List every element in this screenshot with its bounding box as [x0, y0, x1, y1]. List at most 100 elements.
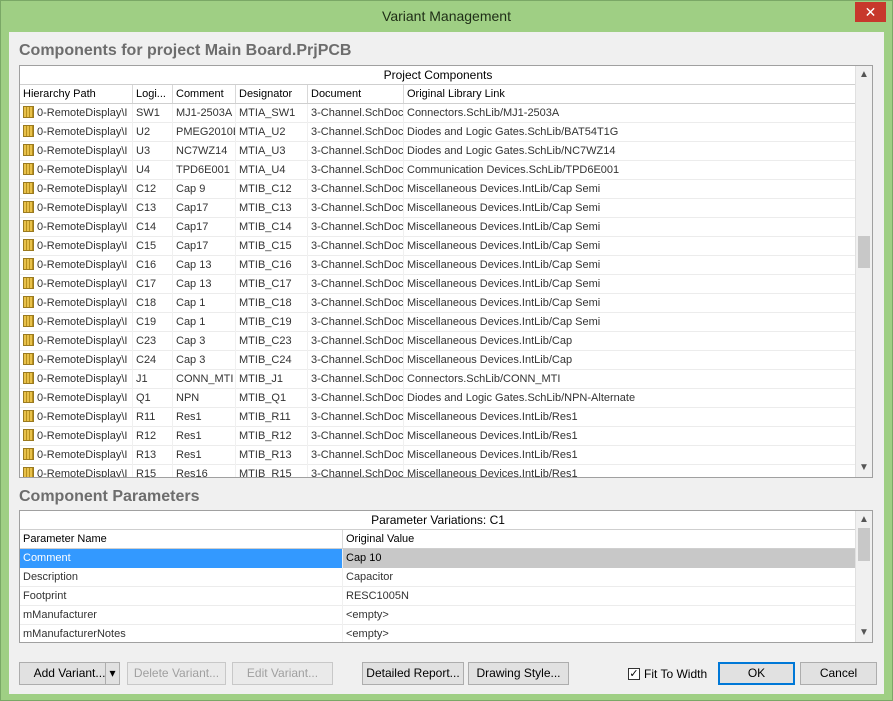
component-icon [23, 372, 34, 384]
parameter-row[interactable]: Comment Cap 10 [20, 549, 856, 568]
detailed-report-button[interactable]: Detailed Report... [362, 662, 464, 685]
cell-original-library-link: Miscellaneous Devices.IntLib/Cap Semi [404, 237, 856, 256]
parameters-scrollbar[interactable]: ▲ ▼ [855, 511, 872, 642]
table-row[interactable]: 0-RemoteDisplay\I C23 Cap 3 MTIB_C23 3-Chann… [20, 332, 856, 351]
table-row[interactable]: 0-RemoteDisplay\I C14 Cap17 MTIB_C14 3-Chann… [20, 218, 856, 237]
scroll-down-arrow-icon[interactable]: ▼ [856, 460, 872, 476]
scroll-thumb[interactable] [858, 236, 870, 268]
table-row[interactable]: 0-RemoteDisplay\I R12 Res1 MTIB_R12 3-Channe… [20, 427, 856, 446]
delete-variant-button[interactable]: Delete Variant... [127, 662, 226, 685]
edit-variant-button[interactable]: Edit Variant... [232, 662, 333, 685]
add-variant-dropdown[interactable]: ▾ [105, 662, 120, 685]
column-header-hierarchy-path[interactable]: Hierarchy Path [20, 85, 133, 103]
cancel-button[interactable]: Cancel [800, 662, 877, 685]
title-bar[interactable]: Variant Management ✕ [1, 1, 892, 31]
table-row[interactable]: 0-RemoteDisplay\I R13 Res1 MTIB_R13 3-Channe… [20, 446, 856, 465]
cell-hierarchy-path: 0-RemoteDisplay\I [20, 123, 133, 142]
components-scrollbar[interactable]: ▲ ▼ [855, 66, 872, 477]
column-header-original-value[interactable]: Original Value [343, 530, 856, 548]
table-row[interactable]: 0-RemoteDisplay\I C24 Cap 3 MTIB_C24 3-Chann… [20, 351, 856, 370]
cell-hierarchy-path: 0-RemoteDisplay\I [20, 332, 133, 351]
component-icon [23, 334, 34, 346]
cell-document: 3-Channel.SchDoc [308, 351, 404, 370]
cell-comment: Cap 13 [173, 275, 236, 294]
project-components-caption: Project Components [20, 66, 856, 85]
add-variant-label: Add Variant... [33, 666, 106, 680]
cell-original-library-link: Miscellaneous Devices.IntLib/Cap [404, 332, 856, 351]
project-components-grid[interactable]: Project Components Hierarchy Path Logi...… [19, 65, 873, 478]
table-row[interactable]: 0-RemoteDisplay\I U2 PMEG2010E MTIA_U2 3-Cha… [20, 123, 856, 142]
table-row[interactable]: 0-RemoteDisplay\I C13 Cap17 MTIB_C13 3-Chann… [20, 199, 856, 218]
table-row[interactable]: 0-RemoteDisplay\I C17 Cap 13 MTIB_C17 3-Chan… [20, 275, 856, 294]
cell-logical-designator: C16 [133, 256, 173, 275]
window-title: Variant Management [382, 8, 511, 24]
hierarchy-path-text: 0-RemoteDisplay\I [37, 240, 128, 252]
hierarchy-path-text: 0-RemoteDisplay\I [37, 221, 128, 233]
fit-to-width-checkbox[interactable]: ✓ [628, 668, 640, 680]
components-header-row: Hierarchy Path Logi... Comment Designator Do… [20, 85, 856, 104]
table-row[interactable]: 0-RemoteDisplay\I C12 Cap 9 MTIB_C12 3-Chann… [20, 180, 856, 199]
table-row[interactable]: 0-RemoteDisplay\I U3 NC7WZ14 MTIA_U3 3-Chann… [20, 142, 856, 161]
table-row[interactable]: 0-RemoteDisplay\I C16 Cap 13 MTIB_C16 3-Chan… [20, 256, 856, 275]
table-row[interactable]: 0-RemoteDisplay\I Q1 NPN MTIB_Q1 3-Channel.S… [20, 389, 856, 408]
table-row[interactable]: 0-RemoteDisplay\I R15 Res16 MTIB_R15 3-Chann… [20, 465, 856, 477]
cell-designator: MTIB_C14 [236, 218, 308, 237]
table-row[interactable]: 0-RemoteDisplay\I U4 TPD6E001 MTIA_U4 3-Chan… [20, 161, 856, 180]
cell-designator: MTIA_U2 [236, 123, 308, 142]
cell-logical-designator: U4 [133, 161, 173, 180]
table-row[interactable]: 0-RemoteDisplay\I C15 Cap17 MTIB_C15 3-Chann… [20, 237, 856, 256]
variant-management-window: Variant Management ✕ Components for proj… [0, 0, 893, 701]
cell-document: 3-Channel.SchDoc [308, 256, 404, 275]
cell-logical-designator: R11 [133, 408, 173, 427]
param-scroll-down-arrow-icon[interactable]: ▼ [856, 625, 872, 641]
fit-to-width-label[interactable]: Fit To Width [644, 667, 707, 681]
column-header-original-library-link[interactable]: Original Library Link [404, 85, 856, 103]
cell-designator: MTIB_C15 [236, 237, 308, 256]
column-header-comment[interactable]: Comment [173, 85, 236, 103]
table-row[interactable]: 0-RemoteDisplay\I C18 Cap 1 MTIB_C18 3-Chann… [20, 294, 856, 313]
column-header-document[interactable]: Document [308, 85, 404, 103]
scroll-up-arrow-icon[interactable]: ▲ [856, 67, 872, 83]
table-row[interactable]: 0-RemoteDisplay\I C19 Cap 1 MTIB_C19 3-Chann… [20, 313, 856, 332]
cell-hierarchy-path: 0-RemoteDisplay\I [20, 408, 133, 427]
cell-designator: MTIB_C19 [236, 313, 308, 332]
cell-comment: Cap 1 [173, 313, 236, 332]
cell-hierarchy-path: 0-RemoteDisplay\I [20, 275, 133, 294]
cell-document: 3-Channel.SchDoc [308, 465, 404, 477]
column-header-parameter-name[interactable]: Parameter Name [20, 530, 343, 548]
cell-hierarchy-path: 0-RemoteDisplay\I [20, 465, 133, 477]
cell-comment: NPN [173, 389, 236, 408]
cell-comment: Res1 [173, 446, 236, 465]
param-scroll-up-arrow-icon[interactable]: ▲ [856, 512, 872, 528]
cell-logical-designator: C17 [133, 275, 173, 294]
component-icon [23, 144, 34, 156]
drawing-style-button[interactable]: Drawing Style... [468, 662, 569, 685]
cell-logical-designator: C12 [133, 180, 173, 199]
cell-original-value: Cap 10 [343, 549, 856, 568]
cell-hierarchy-path: 0-RemoteDisplay\I [20, 142, 133, 161]
cell-hierarchy-path: 0-RemoteDisplay\I [20, 351, 133, 370]
column-header-designator[interactable]: Designator [236, 85, 308, 103]
ok-button[interactable]: OK [718, 662, 795, 685]
cell-document: 3-Channel.SchDoc [308, 237, 404, 256]
parameter-row[interactable]: Description Capacitor [20, 568, 856, 587]
table-row[interactable]: 0-RemoteDisplay\I R11 Res1 MTIB_R11 3-Channe… [20, 408, 856, 427]
cell-document: 3-Channel.SchDoc [308, 370, 404, 389]
parameter-row[interactable]: mManufacturer <empty> [20, 606, 856, 625]
cell-comment: MJ1-2503A [173, 104, 236, 123]
close-button[interactable]: ✕ [855, 2, 886, 22]
cell-document: 3-Channel.SchDoc [308, 427, 404, 446]
table-row[interactable]: 0-RemoteDisplay\I SW1 MJ1-2503A MTIA_SW1 3-C… [20, 104, 856, 123]
hierarchy-path-text: 0-RemoteDisplay\I [37, 202, 128, 214]
table-row[interactable]: 0-RemoteDisplay\I J1 CONN_MTI MTIB_J1 3-Chan… [20, 370, 856, 389]
component-icon [23, 258, 34, 270]
param-scroll-thumb[interactable] [858, 528, 870, 561]
cell-original-library-link: Miscellaneous Devices.IntLib/Res1 [404, 427, 856, 446]
parameter-row[interactable]: mManufacturerNotes <empty> [20, 625, 856, 642]
cell-original-library-link: Miscellaneous Devices.IntLib/Cap Semi [404, 294, 856, 313]
parameter-row[interactable]: Footprint RESC1005N [20, 587, 856, 606]
cell-original-library-link: Connectors.SchLib/CONN_MTI [404, 370, 856, 389]
cell-designator: MTIA_U3 [236, 142, 308, 161]
column-header-logical-designator[interactable]: Logi... [133, 85, 173, 103]
parameter-variations-grid[interactable]: Parameter Variations: C1 Parameter Name O… [19, 510, 873, 643]
